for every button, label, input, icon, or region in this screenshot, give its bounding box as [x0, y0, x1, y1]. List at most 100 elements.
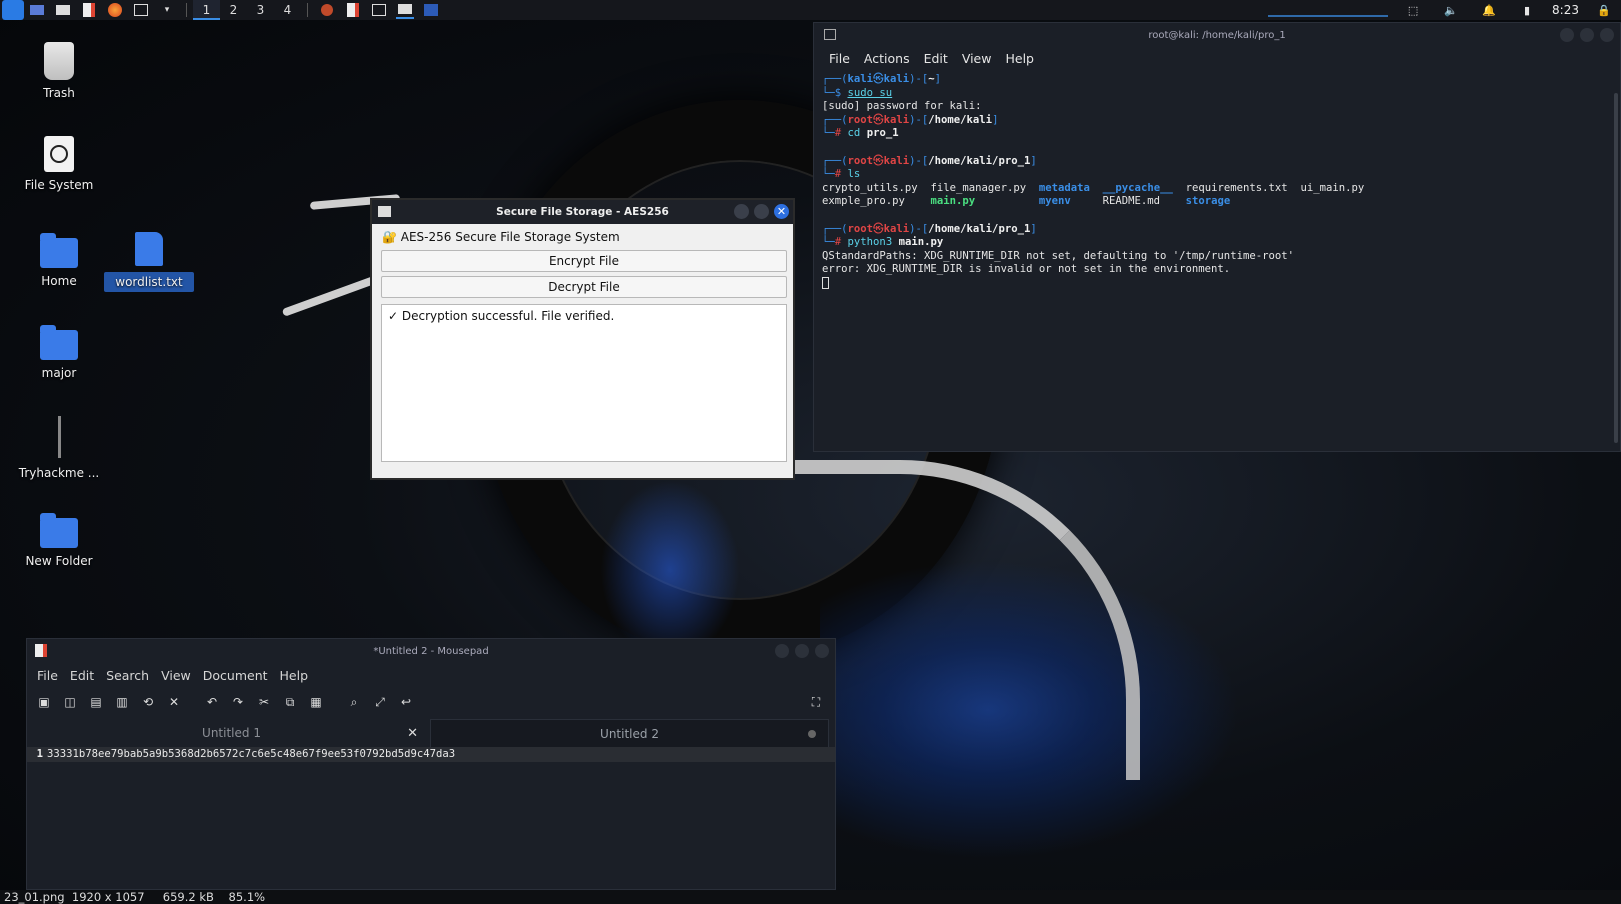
cpu-graph [1268, 3, 1389, 17]
editor-task-icon[interactable] [344, 1, 362, 19]
close-doc-icon[interactable]: ✕ [163, 691, 185, 713]
mousepad-editor[interactable]: 1 33331b78ee79bab5a9b5368d2b6572c7c6e5c4… [27, 747, 835, 877]
aes-output-box[interactable]: ✓ Decryption successful. File verified. [381, 304, 787, 462]
command-line: python3 [847, 236, 893, 249]
terminal-window[interactable]: root@kali: /home/kali/pro_1 File Actions… [813, 22, 1621, 452]
tab-untitled-2[interactable]: Untitled 2 [430, 719, 829, 747]
firefox-icon[interactable] [106, 1, 124, 19]
aes-dialog[interactable]: Secure File Storage - AES256 ✕ 🔐 AES-256… [370, 198, 795, 480]
paste-icon[interactable]: ▦ [305, 691, 327, 713]
prompt-host: kali [883, 154, 910, 167]
desktop-icon-file-system[interactable]: File System [14, 136, 104, 192]
window-icon [378, 206, 391, 217]
menu-help[interactable]: Help [274, 668, 315, 683]
mousepad-window[interactable]: *Untitled 2 - Mousepad File Edit Search … [26, 638, 836, 890]
network-icon[interactable]: ⬚ [1404, 1, 1422, 19]
close-button[interactable]: ✕ [774, 204, 789, 219]
modified-indicator-icon[interactable] [808, 729, 816, 738]
tab-untitled-1[interactable]: Untitled 1 ✕ [33, 719, 430, 747]
menu-file[interactable]: File [822, 51, 857, 66]
close-button[interactable] [1600, 28, 1614, 42]
desktop-icon-trash[interactable]: Trash [14, 42, 104, 100]
clock[interactable]: 8:23 [1552, 3, 1579, 17]
ls-file: exmple_pro.py [822, 195, 905, 208]
menu-help[interactable]: Help [998, 51, 1041, 66]
copy-icon[interactable]: ⧉ [279, 691, 301, 713]
fullscreen-icon[interactable]: ⛶ [805, 691, 827, 713]
text-editor-icon[interactable] [80, 1, 98, 19]
terminal-task-icon[interactable] [370, 1, 388, 19]
window-task-icon[interactable] [396, 1, 414, 19]
menu-document[interactable]: Document [197, 668, 274, 683]
maximize-button[interactable] [1580, 28, 1594, 42]
search-icon[interactable]: ⌕ [343, 691, 365, 713]
terminal-icon[interactable] [132, 1, 150, 19]
new-window-icon[interactable]: ◫ [59, 691, 81, 713]
menu-edit[interactable]: Edit [64, 668, 100, 683]
workspace-2[interactable]: 2 [220, 0, 247, 20]
workspace-1[interactable]: 1 [193, 0, 220, 20]
menu-file[interactable]: File [31, 668, 64, 683]
terminal-output[interactable]: ┌──(kali㉿kali)-[~] └─$ sudo su [sudo] pa… [814, 69, 1620, 295]
goto-line-icon[interactable]: ↩ [395, 691, 417, 713]
ls-file: requirements.txt [1185, 181, 1288, 194]
decrypt-file-button[interactable]: Decrypt File [381, 276, 787, 298]
save-icon[interactable]: ▤ [85, 691, 107, 713]
desktop-icon-major[interactable]: major [14, 325, 104, 380]
minimize-button[interactable] [1560, 28, 1574, 42]
menu-actions[interactable]: Actions [857, 51, 917, 66]
redo-icon[interactable]: ↷ [227, 691, 249, 713]
mousepad-tabs: Untitled 1 ✕ Untitled 2 [27, 719, 835, 747]
save-as-icon[interactable]: ▥ [111, 691, 133, 713]
desktop-icon-home[interactable]: Home [14, 233, 104, 288]
maximize-button[interactable] [754, 204, 769, 219]
mousepad-app-icon [35, 644, 47, 657]
find-replace-icon[interactable]: ⤢ [369, 691, 391, 713]
desktop-icon-wordlist[interactable]: wordlist.txt [104, 232, 194, 292]
new-document-icon[interactable]: ▣ [33, 691, 55, 713]
terminal-title: root@kali: /home/kali/pro_1 [1148, 29, 1286, 41]
files-icon[interactable] [54, 1, 72, 19]
prompt-user: kali [847, 73, 874, 85]
desktop-icon-label: Trash [43, 86, 75, 100]
app-task-icon[interactable] [422, 1, 440, 19]
close-button[interactable] [815, 644, 829, 658]
ls-dir: storage [1185, 195, 1231, 208]
workspace-3[interactable]: 3 [247, 0, 274, 20]
menu-search[interactable]: Search [100, 668, 155, 683]
notification-bell-icon[interactable]: 🔔 [1480, 1, 1498, 19]
editor-line[interactable]: 1 33331b78ee79bab5a9b5368d2b6572c7c6e5c4… [27, 747, 835, 762]
menu-view[interactable]: View [155, 668, 197, 683]
minimize-button[interactable] [734, 204, 749, 219]
minimize-button[interactable] [775, 644, 789, 658]
lock-icon[interactable]: 🔒 [1595, 1, 1613, 19]
desktop-icon-tryhackme[interactable]: Tryhackme ... [14, 416, 104, 480]
mousepad-toolbar: ▣ ◫ ▤ ▥ ⟲ ✕ ↶ ↷ ✂ ⧉ ▦ ⌕ ⤢ ↩ ⛶ [27, 687, 835, 717]
window-icon [824, 29, 836, 40]
prompt-dir: /home/kali [928, 113, 993, 126]
volume-icon[interactable]: 🔈 [1442, 1, 1460, 19]
line-text[interactable]: 33331b78ee79bab5a9b5368d2b6572c7c6e5c48e… [47, 747, 455, 762]
cut-icon[interactable]: ✂ [253, 691, 275, 713]
aes-titlebar[interactable]: Secure File Storage - AES256 ✕ [372, 200, 793, 224]
ls-dir: myenv [1038, 195, 1071, 208]
battery-icon[interactable]: ▮ [1518, 1, 1536, 19]
close-icon[interactable]: ✕ [407, 726, 418, 741]
terminal-titlebar[interactable]: root@kali: /home/kali/pro_1 [814, 23, 1620, 47]
menu-edit[interactable]: Edit [917, 51, 955, 66]
undo-icon[interactable]: ↶ [201, 691, 223, 713]
tab-label: Untitled 2 [600, 726, 659, 741]
menu-view[interactable]: View [955, 51, 999, 66]
encrypt-file-button[interactable]: Encrypt File [381, 250, 787, 272]
mousepad-titlebar[interactable]: *Untitled 2 - Mousepad [27, 639, 835, 663]
trash-icon [44, 42, 74, 80]
kali-menu-icon[interactable] [2, 0, 24, 20]
chevron-down-icon[interactable]: ▾ [158, 1, 176, 19]
desktop-icon-new-folder[interactable]: New Folder [14, 513, 104, 568]
maximize-button[interactable] [795, 644, 809, 658]
workspace-4[interactable]: 4 [274, 0, 301, 20]
revert-icon[interactable]: ⟲ [137, 691, 159, 713]
browser-task-icon[interactable] [318, 1, 336, 19]
terminal-scrollbar[interactable] [1614, 93, 1618, 443]
desktop-icon[interactable] [28, 1, 46, 19]
